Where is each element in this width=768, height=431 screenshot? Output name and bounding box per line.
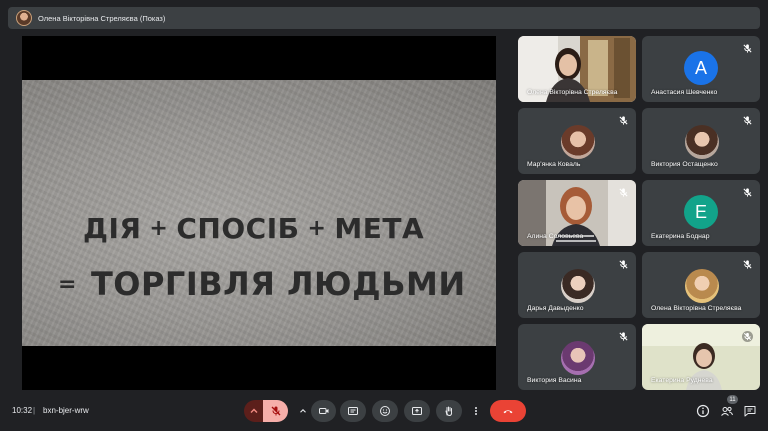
phone-hangup-icon: [503, 410, 513, 414]
participant-name: Алина Соловьева: [527, 233, 584, 240]
participant-name: Анастасия Шевченко: [651, 89, 718, 96]
mic-off-icon: [742, 331, 753, 342]
mic-off-icon: [743, 116, 752, 125]
camera-icon: [318, 408, 328, 414]
slide-word-action: ДІЯ: [83, 212, 142, 245]
captions-button[interactable]: [340, 400, 366, 422]
slide-word-purpose: МЕТА: [334, 212, 425, 245]
participant-tile[interactable]: Мар'янка Коваль: [518, 108, 636, 174]
bottom-control-bar: 10:32 | bxn-bjer-wrw: [0, 390, 768, 431]
info-icon[interactable]: [696, 404, 710, 418]
reactions-button[interactable]: [372, 400, 398, 422]
emoji-icon: [380, 406, 390, 416]
raise-hand-button[interactable]: [436, 400, 462, 422]
more-options-button[interactable]: [468, 400, 484, 422]
hand-icon: [445, 406, 453, 417]
present-screen-icon: [412, 407, 422, 415]
mic-off-icon: [271, 406, 280, 416]
present-button[interactable]: [404, 400, 430, 422]
participant-name: Екатерина Руднева: [651, 377, 713, 384]
participant-name: Виктория Васина: [527, 377, 582, 384]
participant-name: Дарья Давыденко: [527, 305, 584, 312]
slide-word-method: СПОСІБ: [176, 212, 300, 245]
participant-name: Виктория Остащенко: [651, 161, 718, 168]
avatar: [685, 269, 719, 303]
participant-tile[interactable]: A Анастасия Шевченко: [642, 36, 760, 102]
mic-off-icon: [743, 260, 752, 269]
more-vert-icon: [475, 407, 477, 415]
slide-result: ТОРГІВЛЯ ЛЮДЬМИ: [90, 265, 466, 303]
chevron-up-icon: [250, 408, 258, 413]
plus-sign: +: [307, 216, 327, 241]
participant-count-badge: 11: [727, 395, 738, 404]
clock: 10:32: [12, 406, 33, 415]
mic-off-icon: [619, 332, 628, 341]
presenter-label: Олена Вікторівна Стреляєва (Показ): [38, 13, 166, 23]
chevron-up-icon: [300, 408, 306, 413]
presenter-banner: Олена Вікторівна Стреляєва (Показ): [8, 7, 760, 29]
captions-icon: [348, 407, 358, 415]
slide-line-2: = ТОРГІВЛЯ ЛЮДЬМИ: [58, 265, 466, 303]
participant-tile[interactable]: E Екатерина Боднар: [642, 180, 760, 246]
participant-name: Олена Вікторівна Стреляєва: [527, 89, 618, 96]
avatar: [561, 125, 595, 159]
camera-options-button[interactable]: [295, 400, 311, 422]
avatar: [685, 125, 719, 159]
participant-tile[interactable]: Олена Вікторівна Стреляєва: [642, 252, 760, 318]
presentation-slide: ДІЯ + СПОСІБ + МЕТА = ТОРГІВЛЯ ЛЮДЬМИ: [22, 80, 496, 346]
mic-off-icon: [743, 44, 752, 53]
participant-tile[interactable]: Виктория Остащенко: [642, 108, 760, 174]
mic-options-button[interactable]: [244, 400, 264, 422]
avatar: [561, 341, 595, 375]
people-icon[interactable]: [720, 404, 734, 418]
participant-tile[interactable]: Екатерина Руднева: [642, 324, 760, 390]
equals-sign: =: [58, 272, 77, 297]
mic-off-icon: [619, 116, 628, 125]
avatar: [561, 269, 595, 303]
mic-off-icon: [619, 260, 628, 269]
meeting-code: bxn-bjer-wrw: [43, 406, 89, 415]
participant-tile[interactable]: Алина Соловьева: [518, 180, 636, 246]
participant-tile[interactable]: Олена Вікторівна Стреляєва: [518, 36, 636, 102]
end-call-button[interactable]: [490, 400, 526, 422]
avatar: [16, 10, 32, 26]
avatar: A: [684, 51, 718, 85]
mic-off-icon: [619, 188, 628, 197]
mic-off-icon: [743, 188, 752, 197]
participant-tile[interactable]: Дарья Давыденко: [518, 252, 636, 318]
participant-tile[interactable]: Виктория Васина: [518, 324, 636, 390]
separator: |: [33, 406, 36, 415]
avatar: E: [684, 195, 718, 229]
participant-name: Олена Вікторівна Стреляєва: [651, 305, 742, 312]
presentation-view[interactable]: ДІЯ + СПОСІБ + МЕТА = ТОРГІВЛЯ ЛЮДЬМИ: [22, 36, 496, 390]
camera-toggle-button[interactable]: [311, 400, 336, 422]
plus-sign: +: [149, 216, 169, 241]
mic-toggle-button[interactable]: [263, 400, 288, 422]
slide-line-1: ДІЯ + СПОСІБ + МЕТА: [83, 212, 424, 245]
participant-name: Екатерина Боднар: [651, 233, 710, 240]
chat-icon[interactable]: [743, 404, 757, 418]
participant-name: Мар'янка Коваль: [527, 161, 581, 168]
